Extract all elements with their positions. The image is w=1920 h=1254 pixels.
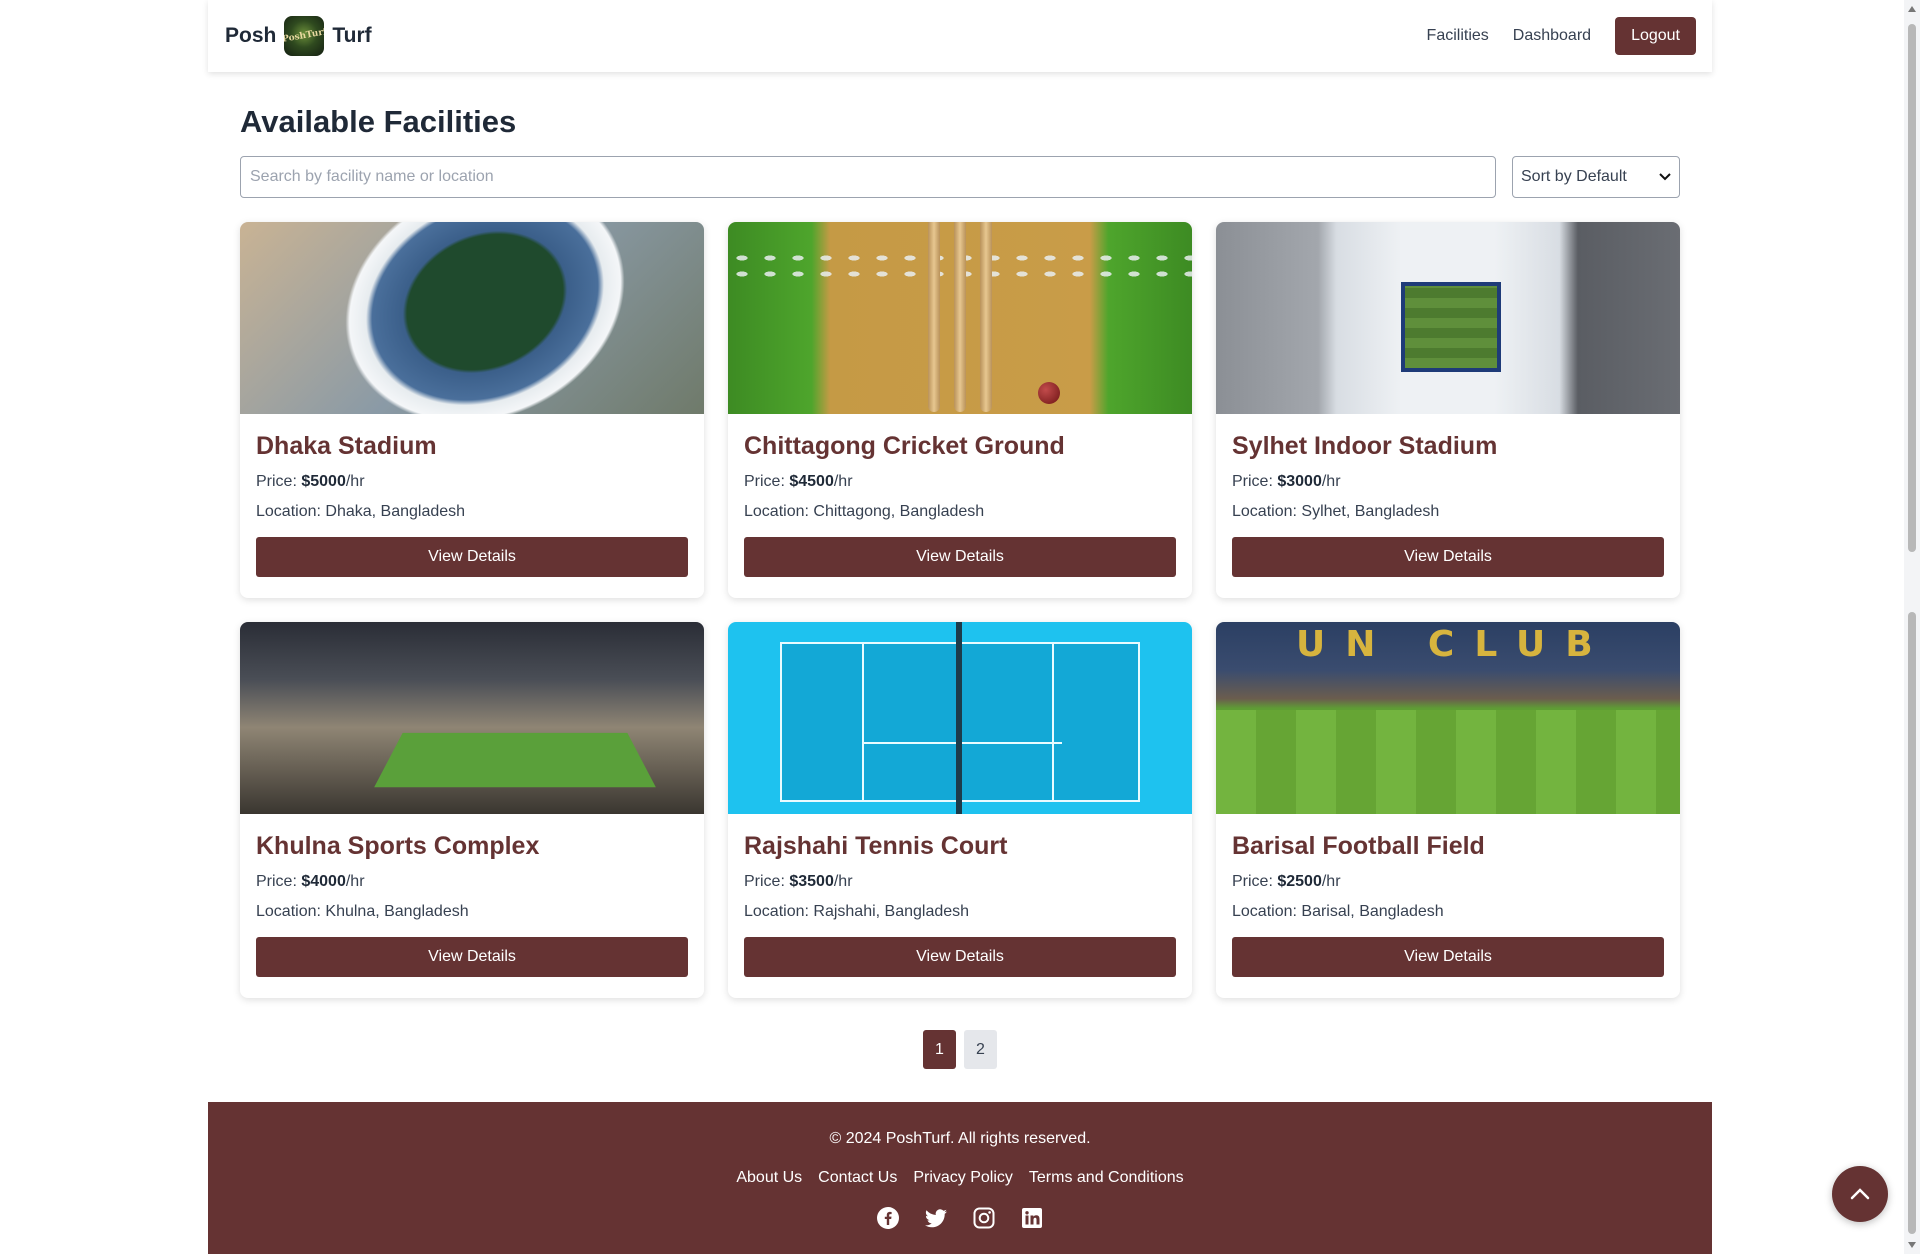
facility-card: Chittagong Cricket Ground Price: $4500/h… (728, 222, 1192, 598)
scroll-to-top-button[interactable] (1832, 1166, 1888, 1222)
scrollbar[interactable] (1904, 0, 1920, 1254)
chevron-down-icon (1659, 170, 1671, 184)
facility-image: UN CLUB (1216, 622, 1680, 814)
facility-price: Price: $4000/hr (256, 873, 365, 890)
facility-name: Chittagong Cricket Ground (744, 432, 1065, 460)
footer-link-contact[interactable]: Contact Us (818, 1169, 897, 1187)
facility-image (240, 222, 704, 414)
search-input[interactable] (240, 156, 1496, 198)
facility-price: Price: $2500/hr (1232, 873, 1341, 890)
linkedin-icon[interactable] (1020, 1206, 1044, 1230)
twitter-icon[interactable] (924, 1206, 948, 1230)
brand[interactable]: Posh PoshTurf Turf (225, 16, 372, 56)
view-details-button[interactable]: View Details (256, 937, 688, 977)
facility-image (728, 222, 1192, 414)
page-button-1[interactable]: 1 (923, 1030, 956, 1069)
footer-links: About Us Contact Us Privacy Policy Terms… (208, 1169, 1712, 1187)
view-details-button[interactable]: View Details (256, 537, 688, 577)
footer: © 2024 PoshTurf. All rights reserved. Ab… (208, 1102, 1712, 1254)
facility-price: Price: $3000/hr (1232, 473, 1341, 490)
facility-price: Price: $3500/hr (744, 873, 853, 890)
facility-location: Location: Rajshahi, Bangladesh (744, 903, 970, 920)
facility-price: Price: $4500/hr (744, 473, 853, 490)
facebook-icon[interactable] (876, 1206, 900, 1230)
scroll-thumb[interactable] (1908, 24, 1916, 552)
copyright-text: © 2024 PoshTurf. All rights reserved. (829, 1130, 1091, 1147)
brand-left-text: Posh (225, 24, 277, 47)
pagination: 1 2 (923, 1030, 997, 1069)
facility-card: Rajshahi Tennis Court Price: $3500/hr Lo… (728, 622, 1192, 998)
instagram-icon[interactable] (972, 1206, 996, 1230)
facility-card: UN CLUB Barisal Football Field Price: $2… (1216, 622, 1680, 998)
footer-link-terms[interactable]: Terms and Conditions (1029, 1169, 1184, 1187)
scroll-up-arrow-icon[interactable] (1908, 6, 1916, 12)
facility-price: Price: $5000/hr (256, 473, 365, 490)
nav-link-facilities[interactable]: Facilities (1427, 27, 1489, 45)
brand-right-text: Turf (332, 24, 372, 47)
page-title: Available Facilities (240, 104, 517, 139)
facility-card: Khulna Sports Complex Price: $4000/hr Lo… (240, 622, 704, 998)
facility-card: Dhaka Stadium Price: $5000/hr Location: … (240, 222, 704, 598)
logout-button[interactable]: Logout (1615, 17, 1696, 55)
facility-location: Location: Dhaka, Bangladesh (256, 503, 466, 520)
chevron-up-icon (1850, 1186, 1870, 1203)
scroll-thumb-lower[interactable] (1908, 612, 1916, 1234)
navbar: Posh PoshTurf Turf Facilities Dashboard … (208, 0, 1712, 72)
stadium-sign-text: UN CLUB (1296, 624, 1613, 665)
facility-image (240, 622, 704, 814)
footer-link-about[interactable]: About Us (736, 1169, 802, 1187)
nav-right: Facilities Dashboard Logout (1427, 17, 1696, 55)
view-details-button[interactable]: View Details (744, 937, 1176, 977)
sort-select-value: Sort by Default (1521, 168, 1627, 185)
facility-card: Sylhet Indoor Stadium Price: $3000/hr Lo… (1216, 222, 1680, 598)
brand-logo-text: PoshTurf (284, 27, 325, 45)
view-details-button[interactable]: View Details (744, 537, 1176, 577)
facility-name: Barisal Football Field (1232, 832, 1485, 860)
sort-select[interactable]: Sort by Default (1512, 156, 1680, 198)
view-details-button[interactable]: View Details (1232, 537, 1664, 577)
facility-location: Location: Khulna, Bangladesh (256, 903, 469, 920)
facility-image (728, 622, 1192, 814)
facility-name: Rajshahi Tennis Court (744, 832, 1008, 860)
scroll-down-arrow-icon[interactable] (1908, 1242, 1916, 1248)
view-details-button[interactable]: View Details (1232, 937, 1664, 977)
facility-name: Dhaka Stadium (256, 432, 437, 460)
brand-logo: PoshTurf (284, 16, 325, 56)
facility-location: Location: Sylhet, Bangladesh (1232, 503, 1440, 520)
facility-image (1216, 222, 1680, 414)
social-links (208, 1206, 1712, 1230)
nav-link-dashboard[interactable]: Dashboard (1513, 27, 1591, 45)
facility-name: Khulna Sports Complex (256, 832, 540, 860)
footer-link-privacy[interactable]: Privacy Policy (913, 1169, 1013, 1187)
facility-name: Sylhet Indoor Stadium (1232, 432, 1498, 460)
page-button-2[interactable]: 2 (964, 1030, 997, 1069)
facility-location: Location: Barisal, Bangladesh (1232, 903, 1444, 920)
facility-location: Location: Chittagong, Bangladesh (744, 503, 985, 520)
